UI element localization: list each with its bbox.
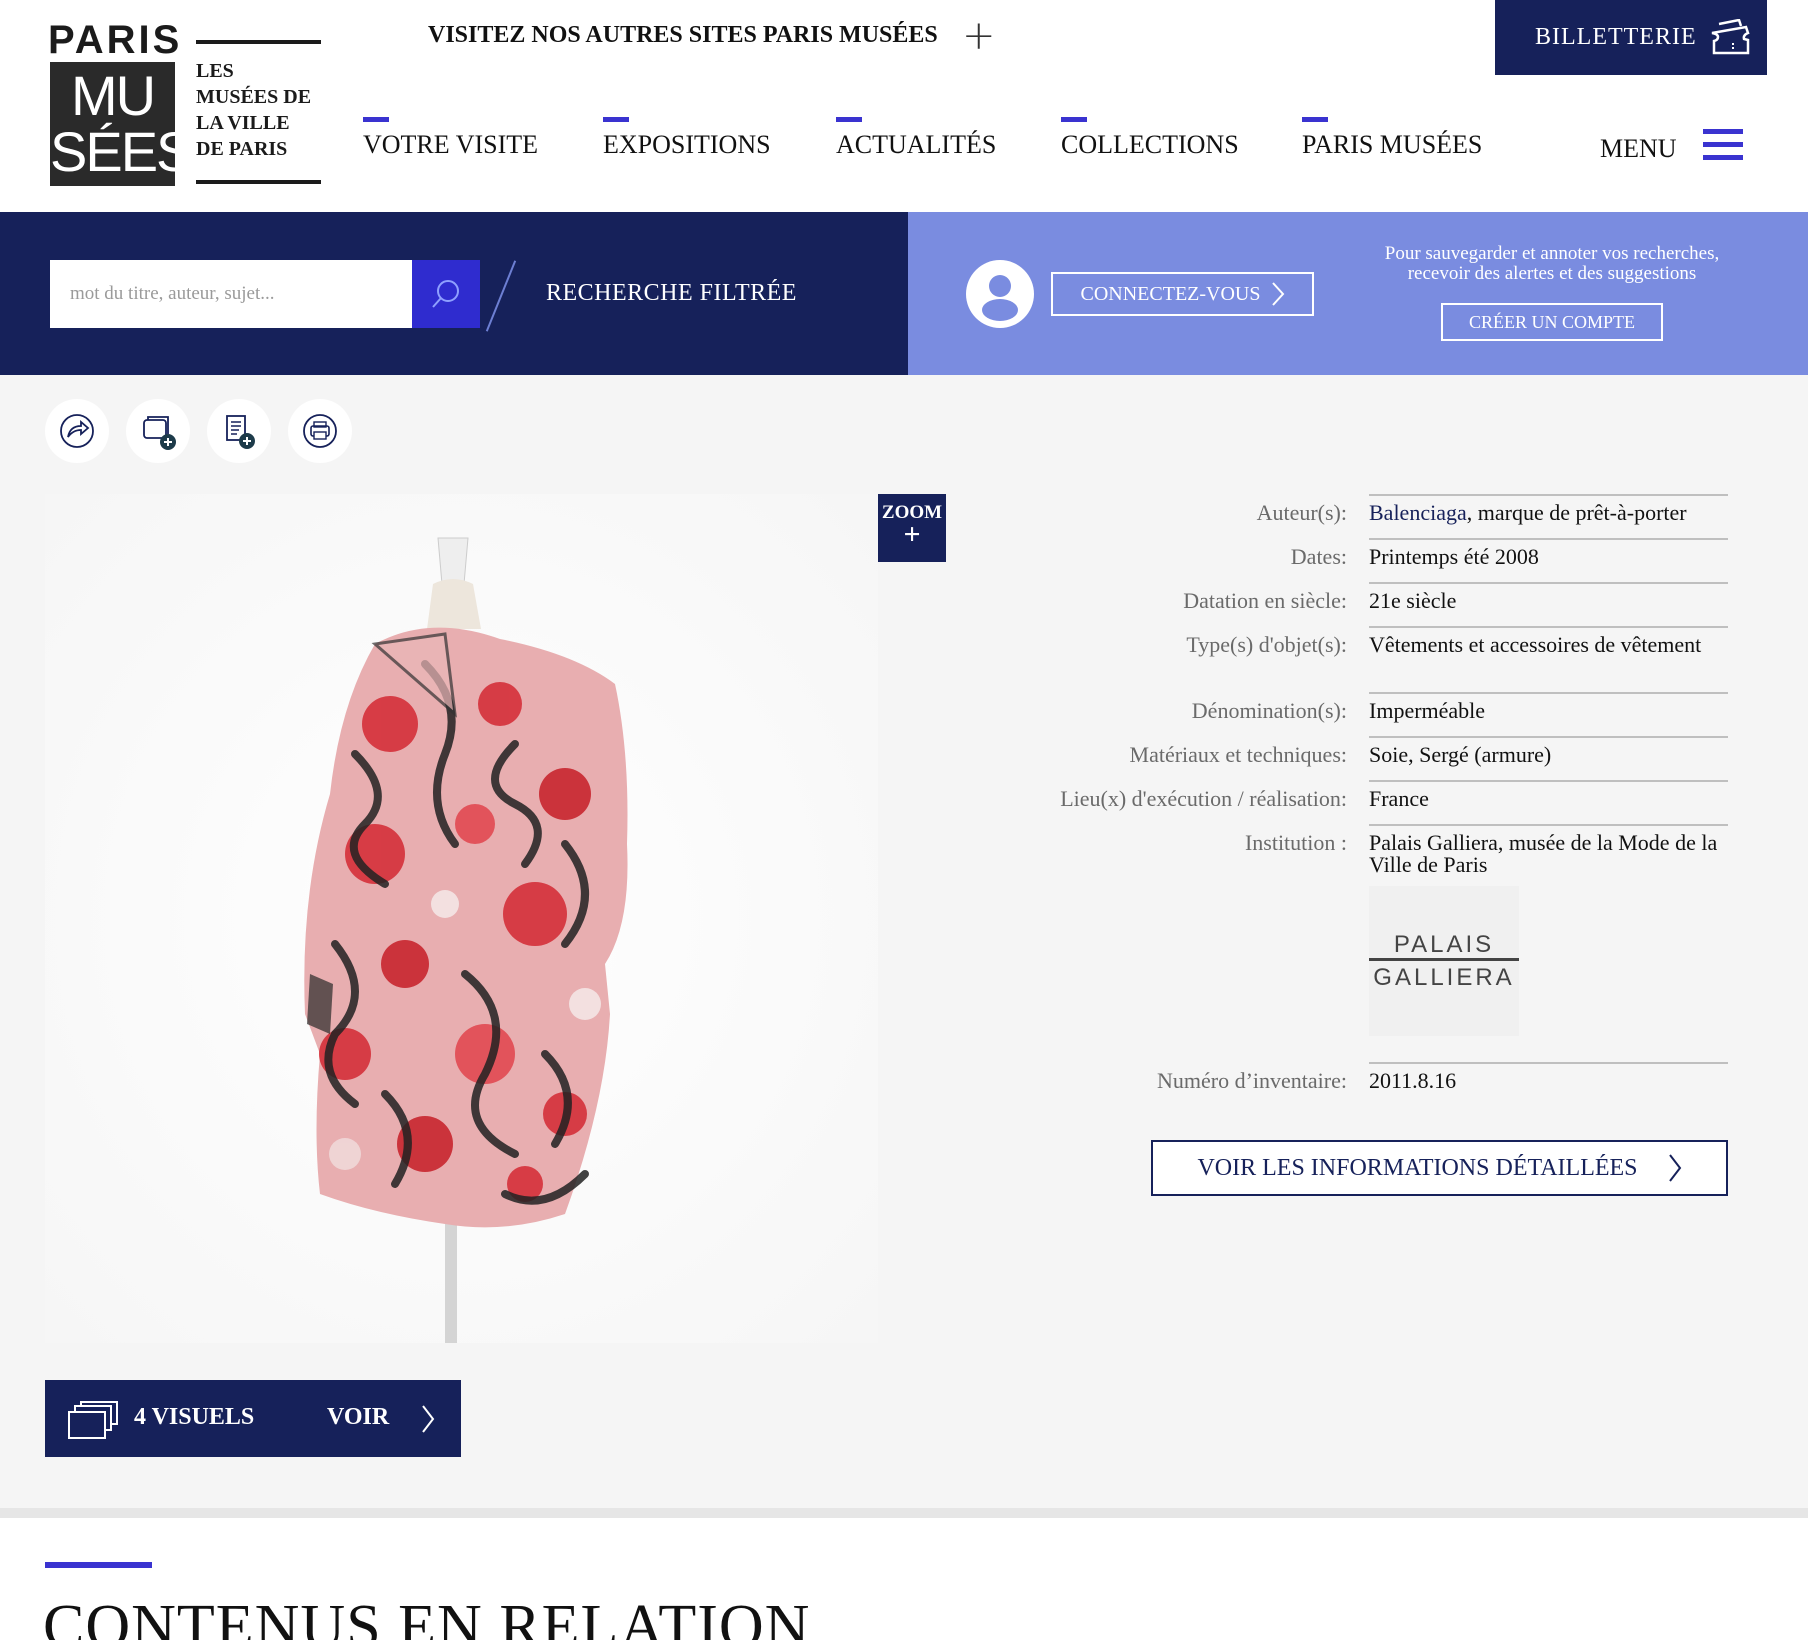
nav-actualites[interactable]: ACTUALITÉS — [836, 108, 996, 160]
detail-value: 2011.8.16 — [1369, 1068, 1457, 1093]
detail-label: Institution : — [1244, 830, 1347, 855]
logo-sub-line: DE PARIS — [196, 138, 288, 160]
gallery-icon — [68, 1401, 118, 1439]
object-type-link[interactable]: Vêtements et accessoires de vêtement — [1369, 634, 1729, 656]
chevron-right-icon — [422, 1405, 435, 1433]
user-icon[interactable] — [966, 260, 1034, 328]
detail-label: Auteur(s): — [1256, 500, 1347, 525]
hamburger-icon[interactable] — [1703, 129, 1743, 165]
institution-logo-line: GALLIERA — [1373, 963, 1515, 991]
zoom-button[interactable]: ZOOM + — [878, 494, 946, 562]
logo-sub-line: MUSÉES DE — [196, 86, 312, 108]
logo-sub-line: LES — [196, 60, 234, 82]
artwork-image[interactable] — [45, 494, 878, 1343]
plus-icon: + — [903, 518, 921, 551]
nav-collections[interactable]: COLLECTIONS — [1061, 108, 1239, 160]
chevron-right-icon — [1271, 282, 1284, 306]
institution-link[interactable]: Palais Galliera, musée de la Mode de la … — [1369, 832, 1729, 876]
ticketing-label: BILLETTERIE — [1535, 24, 1697, 50]
visuals-count: 4 VISUELS — [134, 1404, 255, 1430]
logo-word[interactable]: PARIS — [48, 18, 182, 63]
logo-divider-bottom — [196, 180, 321, 184]
login-button[interactable]: CONNECTEZ-VOUS — [1051, 272, 1314, 316]
detail-label: Matériaux et techniques: — [1129, 742, 1347, 767]
ticketing-button[interactable]: BILLETTERIE — [1495, 0, 1767, 75]
ticket-icon — [1711, 18, 1750, 54]
detailed-info-button[interactable]: VOIR LES INFORMATIONS DÉTAILLÉES — [1151, 1140, 1728, 1196]
logo-subtitle: LES MUSÉES DE LA VILLE DE PARIS — [196, 58, 311, 162]
nav-paris-musees[interactable]: PARIS MUSÉES — [1302, 108, 1482, 160]
century-link[interactable]: 21e siècle — [1369, 590, 1729, 612]
other-sites-link[interactable]: VISITEZ NOS AUTRES SITES PARIS MUSÉES — [428, 22, 938, 49]
add-to-album-button[interactable] — [126, 399, 190, 463]
print-button[interactable] — [288, 399, 352, 463]
search-icon — [432, 280, 459, 308]
detail-value: Balenciaga, marque de prêt-à-porter — [1369, 500, 1687, 525]
detail-label: Dénomination(s): — [1191, 698, 1347, 723]
search-input[interactable] — [50, 260, 412, 328]
author-link[interactable]: Balenciaga — [1369, 500, 1467, 525]
logo-mark[interactable]: MU SÉES — [50, 62, 175, 186]
logo-divider-top — [196, 40, 321, 44]
related-section: CONTENUS EN RELATION — [0, 1508, 1808, 1640]
detail-label: Lieu(x) d'exécution / réalisation: — [1060, 786, 1347, 811]
site-header: PARIS MU SÉES LES MUSÉES DE LA VILLE DE P… — [0, 0, 1808, 212]
login-label: CONNECTEZ-VOUS — [1080, 282, 1261, 305]
print-icon — [303, 414, 337, 448]
menu-label[interactable]: MENU — [1600, 134, 1677, 164]
visuals-button[interactable]: 4 VISUELS VOIR — [45, 1380, 461, 1457]
section-accent-bar — [45, 1562, 152, 1568]
detail-label: Type(s) d'objet(s): — [1186, 632, 1347, 657]
detail-value: Printemps été 2008 — [1369, 544, 1539, 569]
create-account-button[interactable]: CRÉER UN COMPTE — [1441, 303, 1663, 341]
share-icon — [60, 414, 94, 448]
add-to-album-icon — [143, 416, 176, 450]
add-to-list-icon — [226, 415, 255, 449]
chevron-right-icon — [1668, 1154, 1681, 1182]
share-button[interactable] — [45, 399, 109, 463]
logo-sub-line: LA VILLE — [196, 112, 290, 134]
search-button[interactable] — [412, 260, 480, 328]
materials-link[interactable]: Soie, Sergé (armure) — [1369, 744, 1729, 766]
detailed-info-label: VOIR LES INFORMATIONS DÉTAILLÉES — [1197, 1154, 1638, 1181]
detail-label: Datation en siècle: — [1183, 588, 1347, 613]
nav-votre-visite[interactable]: VOTRE VISITE — [363, 108, 538, 160]
institution-logo[interactable]: PALAIS GALLIERA — [1369, 886, 1519, 1036]
account-band — [908, 212, 1808, 375]
raincoat-illustration — [45, 494, 878, 1343]
nav-expositions[interactable]: EXPOSITIONS — [603, 108, 771, 160]
account-promo-text: Pour sauvegarder et annoter vos recherch… — [1384, 243, 1720, 284]
related-title: CONTENUS EN RELATION — [43, 1593, 811, 1640]
visuals-view-label: VOIR — [327, 1404, 390, 1430]
place-link[interactable]: France — [1369, 788, 1729, 810]
detail-label: Dates: — [1290, 544, 1347, 569]
detail-label: Numéro d’inventaire: — [1157, 1068, 1347, 1093]
denomination-link[interactable]: Imperméable — [1369, 700, 1729, 722]
add-to-list-button[interactable] — [207, 399, 271, 463]
filtered-search-link[interactable]: RECHERCHE FILTRÉE — [546, 280, 797, 307]
plus-icon[interactable]: + — [962, 14, 996, 58]
